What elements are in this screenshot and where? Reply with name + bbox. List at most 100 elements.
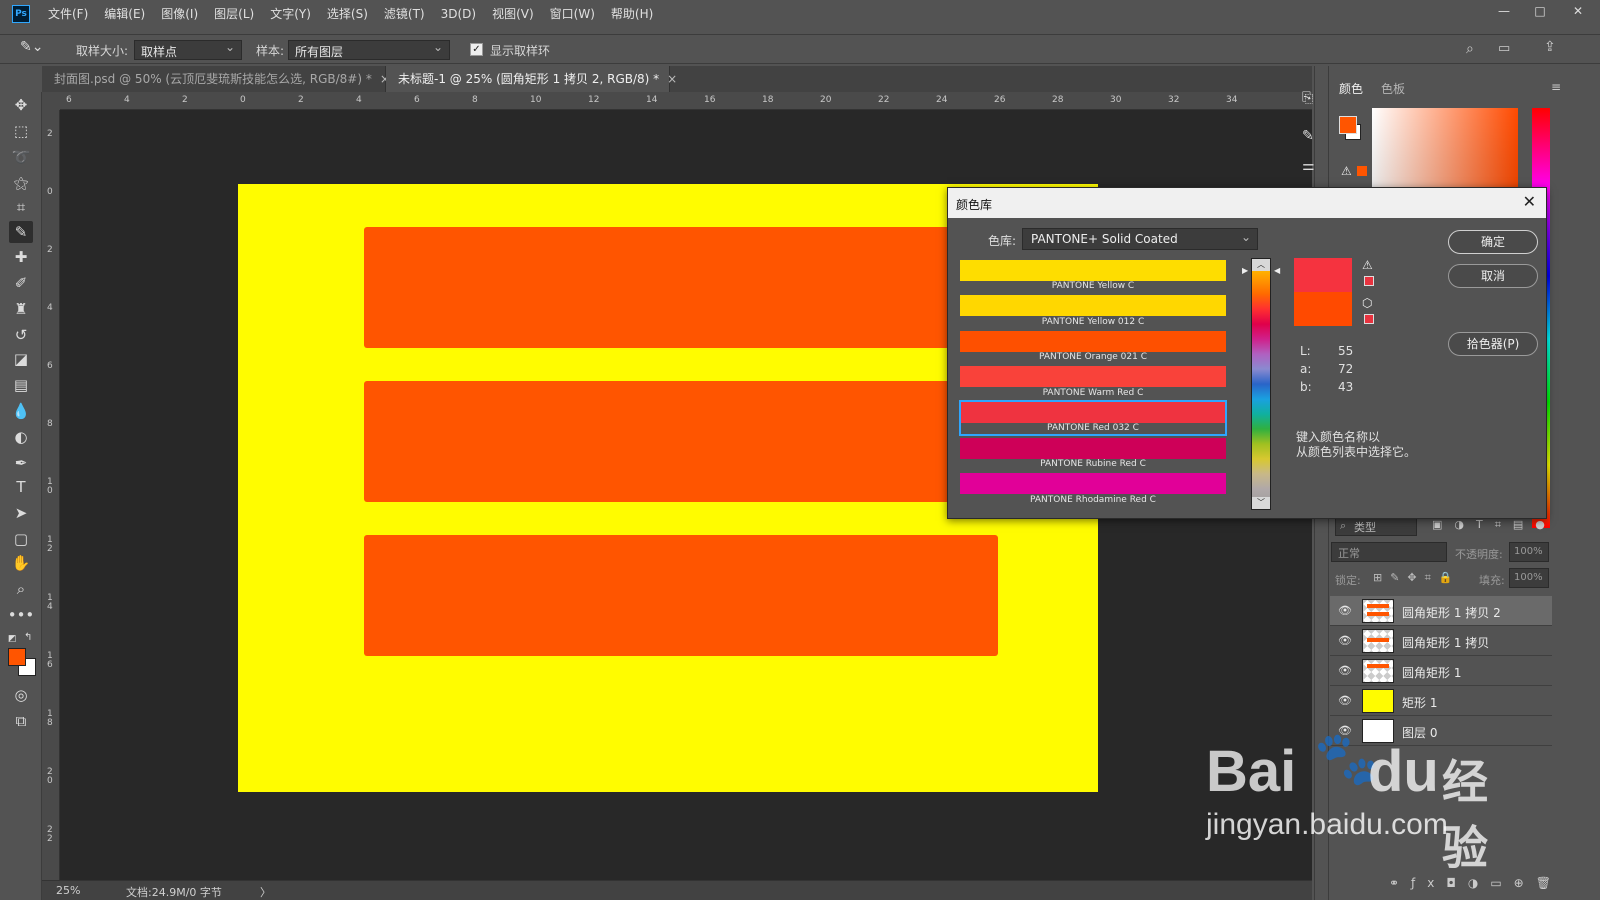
gradient-tool-icon[interactable]: ▤	[9, 374, 33, 396]
magic-wand-icon[interactable]: ⚝	[9, 172, 33, 194]
menu-select[interactable]: 选择(S)	[319, 0, 376, 28]
fill-input[interactable]: 100%	[1509, 568, 1549, 588]
hand-tool-icon[interactable]: ✋	[9, 552, 33, 574]
menu-3d[interactable]: 3D(D)	[433, 0, 484, 28]
color-picker-button[interactable]: 拾色器(P)	[1448, 332, 1538, 356]
close-window-button[interactable]: ✕	[1560, 0, 1596, 22]
rounded-rect-1[interactable]	[364, 227, 998, 348]
show-ring-checkbox[interactable]: ✓	[470, 43, 483, 56]
screen-mode-icon[interactable]: ⧉	[9, 710, 33, 732]
menu-image[interactable]: 图像(I)	[153, 0, 206, 28]
layer-row[interactable]: 👁 圆角矩形 1	[1330, 656, 1552, 686]
layer-row[interactable]: 👁 矩形 1	[1330, 686, 1552, 716]
tab-swatches[interactable]: 色板	[1381, 80, 1405, 97]
layer-name[interactable]: 圆角矩形 1 拷贝 2	[1402, 604, 1501, 621]
quick-mask-icon[interactable]: ◎	[9, 684, 33, 706]
pen-tool-icon[interactable]: ✒	[9, 452, 33, 474]
rounded-rect-1-copy-2[interactable]	[364, 535, 998, 656]
blend-mode-select[interactable]: 正常	[1331, 542, 1447, 562]
tab-cover-psd[interactable]: 封面图.psd @ 50% (云顶厄斐琉斯技能怎么选, RGB/8#) * ×	[42, 66, 390, 92]
search-icon[interactable]: ⌕	[1466, 41, 1474, 57]
web-safe-swatch[interactable]	[1364, 314, 1374, 324]
healing-brush-icon[interactable]: ✚	[9, 246, 33, 268]
menu-edit[interactable]: 编辑(E)	[96, 0, 153, 28]
color-field[interactable]	[1372, 108, 1518, 190]
eraser-tool-icon[interactable]: ◪	[9, 348, 33, 370]
minimize-button[interactable]: —	[1486, 0, 1522, 22]
adjustments-icon[interactable]: ⚌	[1302, 158, 1315, 174]
gamut-swatch[interactable]	[1364, 276, 1374, 286]
layer-name[interactable]: 圆角矩形 1 拷贝	[1402, 634, 1489, 651]
layer-row[interactable]: 👁 图层 0	[1330, 716, 1552, 746]
scroll-up-icon[interactable]: ︿	[1252, 259, 1270, 271]
ok-button[interactable]: 确定	[1448, 230, 1538, 254]
sample-size-select[interactable]: 取样点	[134, 40, 242, 60]
swatch-color[interactable]	[960, 438, 1226, 459]
more-tools-icon[interactable]: •••	[8, 604, 35, 626]
swap-colors-icon[interactable]: ↰	[24, 632, 32, 643]
close-icon[interactable]: ✕	[1523, 192, 1536, 211]
blur-tool-icon[interactable]: 💧	[9, 400, 33, 422]
panel-menu-icon[interactable]: ≡	[1551, 80, 1561, 94]
layer-name[interactable]: 图层 0	[1402, 724, 1437, 741]
brush-settings-icon[interactable]: ✎	[1302, 128, 1314, 144]
zoom-tool-icon[interactable]: ⌕	[9, 578, 33, 600]
eye-icon[interactable]: 👁	[1338, 694, 1352, 708]
maximize-button[interactable]: □	[1522, 0, 1558, 22]
color-spectrum-slider[interactable]: ︿ ﹀	[1251, 258, 1271, 510]
status-arrow-icon[interactable]: 〉	[260, 884, 271, 900]
swatch-color[interactable]	[960, 331, 1226, 352]
rounded-rect-1-copy[interactable]	[364, 381, 998, 502]
share-icon[interactable]: ⇪	[1544, 39, 1556, 55]
layer-row[interactable]: 👁 圆角矩形 1 拷贝 2	[1330, 596, 1552, 626]
sample-select[interactable]: 所有图层	[288, 40, 450, 60]
path-selection-icon[interactable]: ➤	[9, 502, 33, 524]
lasso-tool-icon[interactable]: ➰	[9, 146, 33, 168]
eyedropper-tool-icon[interactable]: ✎	[9, 221, 33, 243]
layer-actions-icons[interactable]: ⚭ƒx◘◑▭⊕🗑	[1389, 876, 1563, 890]
type-tool-icon[interactable]: T	[9, 476, 33, 498]
layer-row[interactable]: 👁 圆角矩形 1 拷贝	[1330, 626, 1552, 656]
eye-icon[interactable]: 👁	[1338, 634, 1352, 648]
close-icon[interactable]: ×	[667, 72, 677, 86]
swatch-color[interactable]	[960, 295, 1226, 316]
foreground-color-swatch[interactable]	[8, 648, 26, 666]
photoshop-logo[interactable]: Ps	[12, 5, 30, 23]
swatch-color[interactable]	[960, 366, 1226, 387]
scroll-down-icon[interactable]: ﹀	[1252, 497, 1270, 509]
library-select[interactable]: PANTONE+ Solid Coated ⌄	[1022, 228, 1258, 250]
menu-type[interactable]: 文字(Y)	[262, 0, 319, 28]
eye-icon[interactable]: 👁	[1338, 604, 1352, 618]
menu-filter[interactable]: 滤镜(T)	[376, 0, 433, 28]
eye-icon[interactable]: 👁	[1338, 724, 1352, 738]
filter-icons[interactable]: ▣◑T⌗▤●	[1432, 518, 1557, 532]
stamp-tool-icon[interactable]: ♜	[9, 298, 33, 320]
cancel-button[interactable]: 取消	[1448, 264, 1538, 288]
gamut-swatch[interactable]	[1357, 166, 1367, 176]
history-panel-icon[interactable]: ⎘	[1302, 90, 1313, 106]
layer-name[interactable]: 圆角矩形 1	[1402, 664, 1461, 681]
opacity-input[interactable]: 100%	[1509, 542, 1549, 562]
crop-tool-icon[interactable]: ⌗	[9, 196, 33, 218]
layer-name[interactable]: 矩形 1	[1402, 694, 1437, 711]
menu-view[interactable]: 视图(V)	[484, 0, 542, 28]
menu-file[interactable]: 文件(F)	[40, 0, 96, 28]
menu-layer[interactable]: 图层(L)	[206, 0, 262, 28]
tab-untitled-1[interactable]: 未标题-1 @ 25% (圆角矩形 1 拷贝 2, RGB/8) * ×	[386, 66, 677, 92]
menu-help[interactable]: 帮助(H)	[603, 0, 661, 28]
swatch-color[interactable]	[960, 473, 1226, 494]
panel-foreground-swatch[interactable]	[1339, 116, 1357, 134]
workspace-icon[interactable]: ▭	[1498, 41, 1510, 56]
menu-window[interactable]: 窗口(W)	[542, 0, 603, 28]
eyedropper-preset-icon[interactable]: ✎⌄	[20, 39, 52, 59]
lock-icons[interactable]: ⊞✎✥⌗🔒	[1373, 571, 1461, 585]
shape-tool-icon[interactable]: ▢	[9, 528, 33, 550]
marquee-tool-icon[interactable]: ⬚	[9, 120, 33, 142]
dodge-tool-icon[interactable]: ◐	[9, 426, 33, 448]
default-colors-icon[interactable]: ◩	[8, 634, 18, 644]
history-brush-icon[interactable]: ↺	[9, 324, 33, 346]
zoom-level[interactable]: 25%	[56, 884, 80, 897]
move-tool-icon[interactable]: ✥	[9, 94, 33, 116]
swatch-color[interactable]	[960, 260, 1226, 281]
brush-tool-icon[interactable]: ✐	[9, 272, 33, 294]
